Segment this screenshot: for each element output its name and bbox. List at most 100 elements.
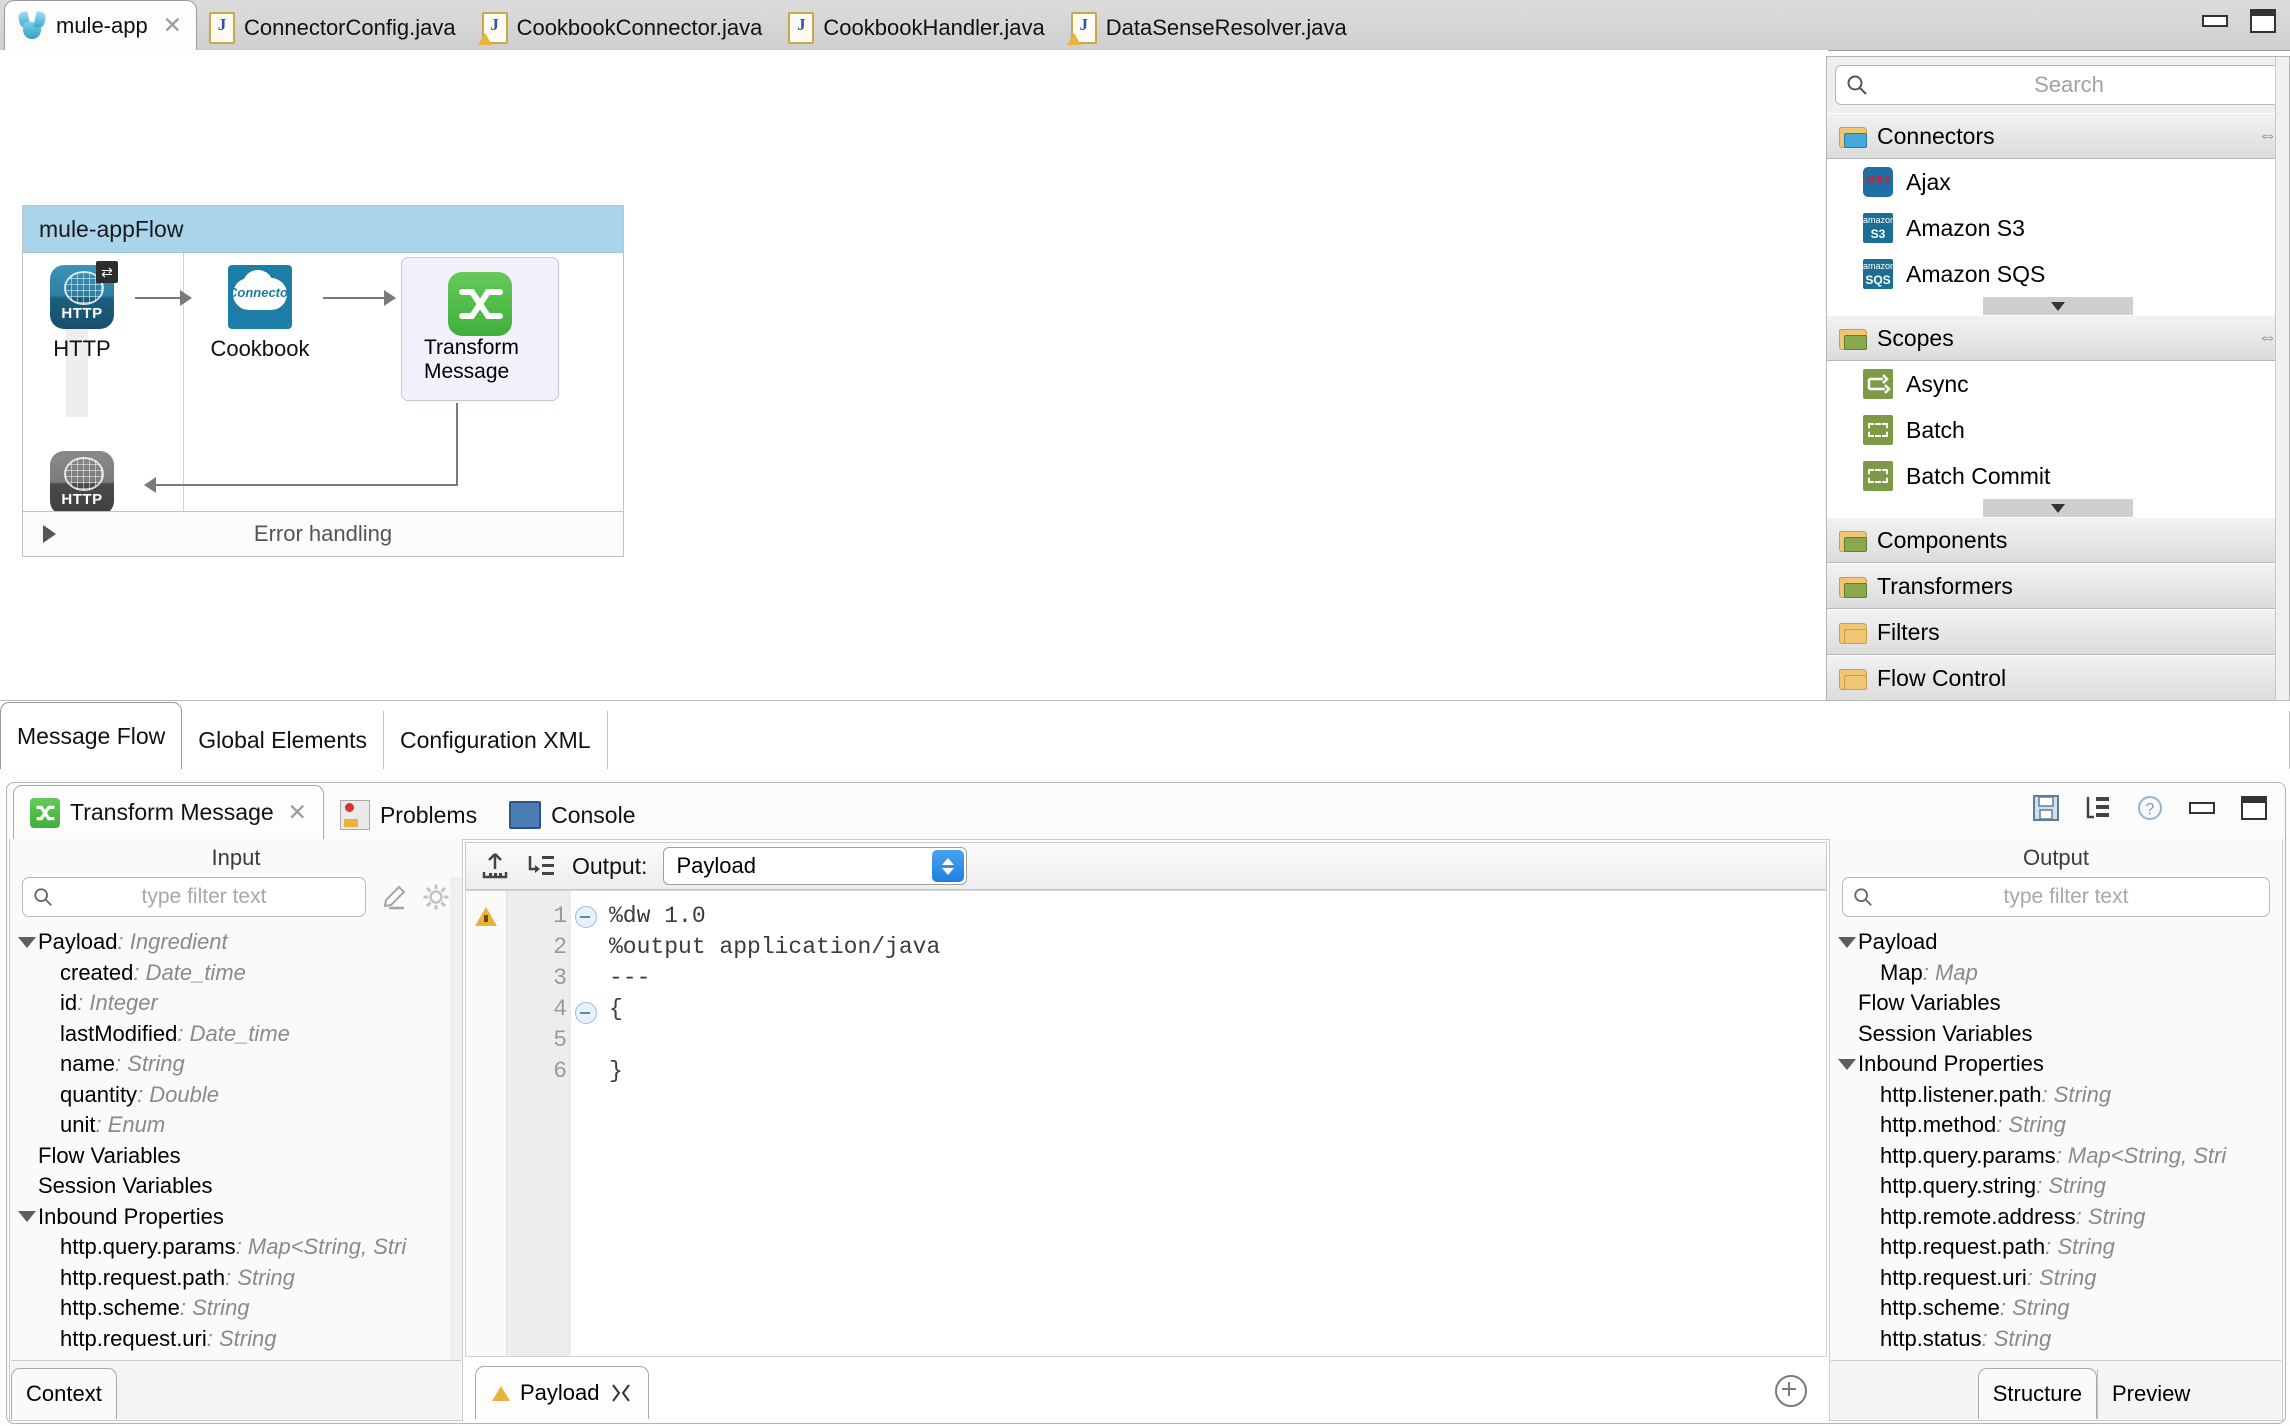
flow-node-cookbook[interactable]: Connector Cookbook (205, 265, 315, 362)
output-tree-node[interactable]: Flow Variables (1836, 988, 2282, 1019)
add-output-button[interactable] (1775, 1375, 1827, 1419)
import-icon[interactable] (480, 851, 510, 881)
mule-palette[interactable]: Search Connectors⇔AjaxamazonS3Amazon S3a… (1826, 56, 2290, 747)
maximize-icon[interactable] (2239, 793, 2269, 823)
palette-group-scopes[interactable]: Scopes ⇔ (1827, 315, 2289, 361)
output-tree-node[interactable]: Map : Map (1836, 958, 2282, 989)
input-tree-node[interactable]: http.request.uri : String (16, 1324, 462, 1355)
output-tree-node[interactable]: Session Variables (1836, 1019, 2282, 1050)
editor-tab-connectorconfig-java[interactable]: ConnectorConfig.java (197, 6, 470, 50)
fold-collapse-icon[interactable] (571, 1002, 601, 1033)
maximize-icon[interactable] (2250, 9, 2276, 33)
gear-icon[interactable] (422, 883, 450, 911)
tab-message-flow[interactable]: Message Flow (0, 702, 183, 769)
tab-payload[interactable]: Payload (475, 1366, 649, 1419)
tab-configuration-xml[interactable]: Configuration XML (384, 711, 608, 769)
tab-global-elements[interactable]: Global Elements (182, 711, 385, 769)
caret-down-icon[interactable] (1836, 936, 1858, 948)
input-tree-node[interactable]: http.query.params : Map<String, Stri (16, 1232, 462, 1263)
input-tree-node[interactable]: lastModified : Date_time (16, 1019, 462, 1050)
flow-canvas[interactable]: mule-appFlow HTTP ⇄ HTTP Connector Cookb… (0, 50, 1828, 700)
map-structure-icon[interactable] (526, 851, 556, 881)
caret-down-icon[interactable] (16, 1211, 38, 1223)
code-line[interactable] (609, 1027, 1826, 1058)
output-tree-node[interactable]: Inbound Properties (1836, 1049, 2282, 1080)
palette-scroll-down-icon[interactable] (1983, 499, 2133, 517)
flow-node-transform-message[interactable]: Transform Message (401, 257, 559, 401)
view-tab-transform-message[interactable]: Transform Message ✕ (13, 785, 324, 839)
palette-item-batch[interactable]: Batch (1827, 407, 2289, 453)
code-line[interactable]: --- (609, 965, 1826, 996)
output-tree-node[interactable]: http.request.uri : String (1836, 1263, 2282, 1294)
save-icon[interactable] (2031, 793, 2061, 823)
input-tree-node[interactable]: created : Date_time (16, 958, 462, 989)
close-icon[interactable]: ✕ (163, 12, 182, 39)
chevron-updown-icon[interactable] (932, 850, 965, 882)
input-tree-scrollbar[interactable] (450, 877, 462, 1360)
view-tab-console[interactable]: Console (493, 791, 651, 839)
minimize-icon[interactable] (2202, 10, 2228, 32)
input-tree-node[interactable]: Flow Variables (16, 1141, 462, 1172)
flow-container[interactable]: mule-appFlow HTTP ⇄ HTTP Connector Cookb… (22, 205, 624, 557)
output-select[interactable]: Payload (663, 847, 968, 885)
caret-down-icon[interactable] (1836, 1058, 1858, 1070)
output-tree[interactable]: Payload Map : Map Flow Variables Session Va… (1830, 923, 2282, 1354)
output-tree-node[interactable]: http.scheme : String (1836, 1293, 2282, 1324)
input-tree-node[interactable]: Inbound Properties (16, 1202, 462, 1233)
palette-group-connectors[interactable]: Connectors ⇔ (1827, 113, 2289, 159)
editor-tab-mule-app[interactable]: mule-app ✕ (4, 0, 197, 50)
minimize-icon[interactable] (2187, 793, 2217, 823)
input-tree-node[interactable]: http.scheme : String (16, 1293, 462, 1324)
input-tree-node[interactable]: id : Integer (16, 988, 462, 1019)
output-tree-node[interactable]: Payload (1836, 927, 2282, 958)
palette-scroll-down-icon[interactable] (1983, 297, 2133, 315)
palette-group-components[interactable]: Components (1827, 517, 2289, 563)
dataweave-code-editor[interactable]: 1 2 3 4 5 6 %dw 1.0 %output application/java --… (465, 890, 1827, 1357)
flow-node-http-response[interactable]: HTTP (35, 451, 129, 515)
palette-group-flow-control[interactable]: Flow Control (1827, 655, 2289, 701)
output-tree-node[interactable]: http.remote.address : String (1836, 1202, 2282, 1233)
help-icon[interactable]: ? (2135, 793, 2165, 823)
input-tree-node[interactable]: Session Variables (16, 1171, 462, 1202)
editor-tab-cookbookhandler-java[interactable]: CookbookHandler.java (776, 6, 1058, 50)
palette-item-amazon-sqs[interactable]: amazon SQS Amazon SQS (1827, 251, 2289, 297)
code-line[interactable]: %dw 1.0 (609, 903, 1826, 934)
outline-icon[interactable] (2083, 793, 2113, 823)
palette-search-input[interactable]: Search (1835, 65, 2281, 105)
code-text[interactable]: %dw 1.0 %output application/java ---{} (601, 891, 1826, 1356)
palette-item-async[interactable]: Async (1827, 361, 2289, 407)
output-tree-node[interactable]: http.listener.path : String (1836, 1080, 2282, 1111)
tab-preview[interactable]: Preview (2097, 1369, 2204, 1419)
close-icon[interactable]: ✕ (288, 799, 307, 826)
caret-down-icon[interactable] (16, 936, 38, 948)
input-tree[interactable]: Payload : Ingredient created : Date_time i… (10, 923, 462, 1354)
code-line[interactable]: %output application/java (609, 934, 1826, 965)
output-filter-input[interactable]: type filter text (1842, 877, 2270, 917)
code-line[interactable]: { (609, 996, 1826, 1027)
input-filter-input[interactable]: type filter text (22, 877, 366, 917)
plus-circle-icon[interactable] (1775, 1375, 1807, 1407)
pencil-icon[interactable] (380, 883, 408, 911)
palette-scrollbar[interactable] (2275, 57, 2289, 702)
folding-ruler[interactable] (571, 891, 601, 1356)
tab-context[interactable]: Context (11, 1368, 117, 1419)
expand-triangle-icon[interactable] (43, 525, 56, 543)
editor-tab-cookbookconnector-java[interactable]: CookbookConnector.java (470, 6, 777, 50)
palette-item-batch-commit[interactable]: Batch Commit (1827, 453, 2289, 499)
palette-group-filters[interactable]: Filters (1827, 609, 2289, 655)
editor-tab-datasenseresolver-java[interactable]: DataSenseResolver.java (1059, 6, 1361, 50)
palette-group-transformers[interactable]: Transformers (1827, 563, 2289, 609)
output-tree-node[interactable]: http.method : String (1836, 1110, 2282, 1141)
input-tree-node[interactable]: unit : Enum (16, 1110, 462, 1141)
tab-structure[interactable]: Structure (1977, 1368, 2097, 1419)
output-tree-node[interactable]: http.query.string : String (1836, 1171, 2282, 1202)
code-line[interactable]: } (609, 1058, 1826, 1089)
output-tree-node[interactable]: http.query.params : Map<String, Stri (1836, 1141, 2282, 1172)
error-handling-bar[interactable]: Error handling (23, 511, 623, 556)
palette-item-amazon-s3[interactable]: amazon S3 Amazon S3 (1827, 205, 2289, 251)
input-tree-node[interactable]: http.request.path : String (16, 1263, 462, 1294)
flow-node-http-listener[interactable]: HTTP ⇄ HTTP (35, 261, 129, 362)
input-tree-node[interactable]: name : String (16, 1049, 462, 1080)
output-tree-node[interactable]: http.request.path : String (1836, 1232, 2282, 1263)
close-icon[interactable] (610, 1382, 632, 1404)
